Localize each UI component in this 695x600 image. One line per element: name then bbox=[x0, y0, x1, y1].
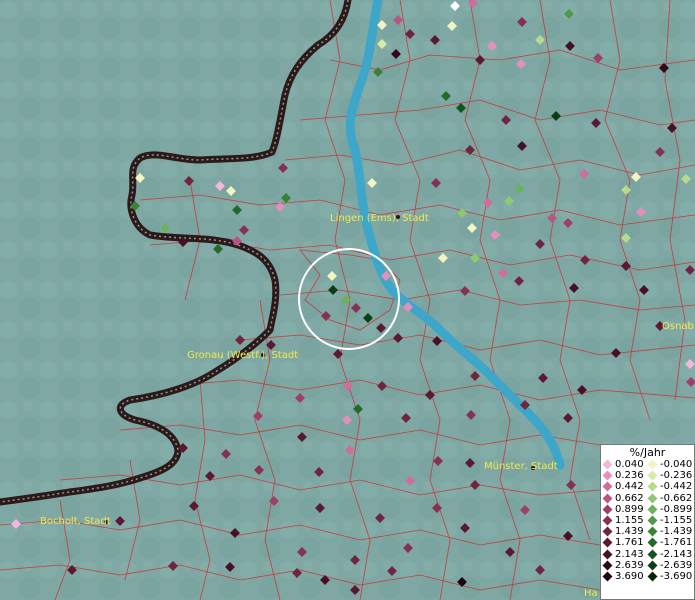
legend-label: -0.236 bbox=[660, 470, 693, 482]
legend-swatch bbox=[602, 493, 613, 504]
legend-entry: -0.442 bbox=[647, 481, 694, 493]
legend-entry: 1.439 bbox=[602, 526, 649, 538]
legend-swatch bbox=[647, 537, 658, 548]
legend-swatch bbox=[602, 459, 613, 470]
legend-entry: -1.155 bbox=[647, 515, 694, 527]
legend-entry: -1.761 bbox=[647, 537, 694, 549]
legend-label: -0.899 bbox=[660, 503, 693, 515]
legend-swatch bbox=[602, 560, 613, 571]
city-label-muenster: Münster, Stadt bbox=[484, 461, 558, 472]
city-label-osnabrueck: Osnab bbox=[662, 321, 694, 332]
legend-swatch bbox=[647, 515, 658, 526]
legend-label: 0.899 bbox=[615, 503, 644, 515]
legend-entry: 3.690 bbox=[602, 570, 649, 582]
legend-label: 1.439 bbox=[615, 526, 644, 538]
city-label-lingen: Lingen (Ems), Stadt bbox=[330, 213, 429, 224]
legend-title: %/Jahr bbox=[629, 446, 666, 459]
legend-swatch bbox=[647, 482, 658, 492]
legend-entry: -2.143 bbox=[647, 548, 694, 560]
legend-label: -3.690 bbox=[660, 570, 693, 582]
legend-swatch bbox=[647, 504, 658, 515]
legend-entry: -0.236 bbox=[647, 470, 694, 482]
legend-label: -2.639 bbox=[660, 559, 693, 571]
legend-label: 0.040 bbox=[615, 459, 644, 471]
legend-label: 2.639 bbox=[615, 559, 644, 571]
legend-swatch bbox=[647, 549, 658, 560]
legend: %/Jahr 0.040 0.236 0.442 0.662 0.899 1.155 1.4… bbox=[600, 444, 695, 600]
legend-entry: 0.662 bbox=[602, 492, 649, 504]
legend-entry: 1.761 bbox=[602, 537, 649, 549]
legend-swatch bbox=[647, 526, 658, 537]
legend-swatch bbox=[647, 459, 658, 470]
legend-swatch bbox=[647, 493, 658, 504]
legend-entry: 0.040 bbox=[602, 459, 649, 471]
legend-label: 3.690 bbox=[615, 570, 644, 582]
legend-label: -0.442 bbox=[660, 481, 693, 493]
legend-swatch bbox=[602, 549, 613, 560]
legend-entry: 0.899 bbox=[602, 503, 649, 515]
legend-entry: 1.155 bbox=[602, 515, 649, 527]
legend-swatch bbox=[602, 537, 613, 548]
legend-swatch bbox=[602, 504, 613, 515]
legend-label: 2.143 bbox=[615, 548, 644, 560]
legend-swatch bbox=[647, 470, 658, 481]
legend-label: -0.662 bbox=[660, 492, 693, 504]
legend-swatch bbox=[602, 515, 613, 526]
legend-entry: -0.040 bbox=[647, 459, 694, 471]
legend-entry: -3.690 bbox=[647, 570, 694, 582]
map-canvas[interactable]: Lingen (Ems), Stadt Gronau (Westf.), Sta… bbox=[0, 0, 695, 600]
legend-positive-column: 0.040 0.236 0.442 0.662 0.899 1.155 1.439 1.761… bbox=[602, 459, 649, 582]
legend-swatch bbox=[647, 571, 658, 582]
legend-swatch bbox=[602, 470, 613, 481]
legend-label: 1.155 bbox=[615, 515, 644, 527]
legend-label: -0.040 bbox=[660, 459, 693, 471]
legend-entry: 0.442 bbox=[602, 481, 649, 493]
legend-entry: 2.639 bbox=[602, 559, 649, 571]
legend-entry: -1.439 bbox=[647, 526, 694, 538]
legend-swatch bbox=[647, 560, 658, 571]
legend-label: -1.155 bbox=[660, 515, 693, 527]
legend-entry: 0.236 bbox=[602, 470, 649, 482]
legend-swatch bbox=[602, 526, 613, 537]
legend-label: 0.236 bbox=[615, 470, 644, 482]
legend-entry: 2.143 bbox=[602, 548, 649, 560]
legend-entry: -0.899 bbox=[647, 503, 694, 515]
legend-label: 1.761 bbox=[615, 537, 644, 549]
legend-label: -1.439 bbox=[660, 526, 693, 538]
legend-label: 0.662 bbox=[615, 492, 644, 504]
legend-negative-column: -0.040 -0.236 -0.442 -0.662 -0.899 -1.155 -1.4… bbox=[647, 459, 694, 582]
city-label-bocholt: Bocholt, Stadt bbox=[40, 516, 111, 527]
legend-label: 0.442 bbox=[615, 481, 644, 493]
legend-swatch bbox=[602, 571, 613, 582]
city-label-ha: Ha bbox=[584, 588, 598, 599]
legend-entry: -2.639 bbox=[647, 559, 694, 571]
legend-entry: -0.662 bbox=[647, 492, 694, 504]
city-label-gronau: Gronau (Westf.), Stadt bbox=[187, 350, 298, 361]
legend-label: -1.761 bbox=[660, 537, 693, 549]
legend-swatch bbox=[602, 482, 613, 492]
legend-label: -2.143 bbox=[660, 548, 693, 560]
